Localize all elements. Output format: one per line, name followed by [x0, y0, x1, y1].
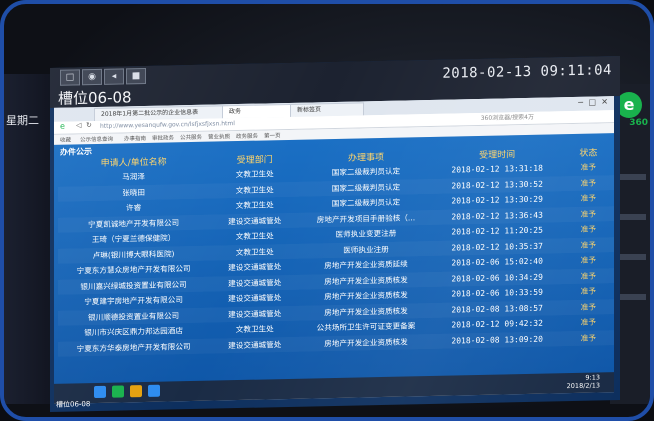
browser-window: 2018年1月第二批公示的企业信息表 政务 新标签页 − □ ✕ e ◁ ↻ h… [54, 96, 614, 404]
notice-table: 申请人/单位名称 受理部门 办理事项 受理时间 状态 马润泽 文教卫生处 国家二级裁… [58, 143, 614, 357]
maximize-icon[interactable]: □ [588, 98, 596, 107]
status-cell: 准予 [580, 255, 596, 266]
url-text[interactable]: http://www.yesanqufw.gov.cn/lsfjxsfjxsn.… [100, 119, 235, 132]
matter-cell: 房地产开发企业资质核发 [300, 333, 432, 352]
window-button[interactable]: □ [60, 69, 80, 86]
fav-item[interactable]: 审批政务 [152, 133, 174, 141]
tray-clock: 9:13 2018/2/13 [567, 373, 600, 390]
column-header: 状态 [579, 148, 598, 159]
slot-label: 槽位06-08 [56, 400, 91, 409]
search-box[interactable]: 360浏览器/搜索4万 [481, 113, 534, 124]
status-cell: 准予 [562, 174, 614, 192]
status-cell: 准予 [562, 205, 614, 223]
status-cell: 准予 [580, 224, 596, 235]
fav-item[interactable]: 营业执照 [208, 132, 230, 140]
right-monitor-bar [618, 294, 646, 300]
left-monitor-label: 星期二 [6, 114, 39, 127]
fav-item[interactable]: 政务服务 [236, 132, 258, 140]
status-cell: 准予 [580, 286, 596, 297]
time-cell: 2018-02-08 13:09:20 [431, 330, 563, 349]
fav-item[interactable]: 办事指南 [124, 134, 146, 142]
right-monitor-bar [618, 174, 646, 180]
column-header: 受理部门 [236, 154, 273, 166]
notice-panel: 办件公示 申请人/单位名称 受理部门 办理事项 受理时间 状态 马润泽 文教卫生处… [54, 133, 614, 385]
tray-date: 2018/2/13 [566, 381, 600, 391]
fav-item[interactable]: 公共服务 [180, 133, 202, 141]
department-cell: 建设交通城管处 [209, 336, 301, 354]
fav-item[interactable]: 公示信息查询 [80, 135, 113, 144]
audio-button[interactable]: ◂ [104, 68, 124, 85]
camera-button[interactable]: ◉ [82, 68, 102, 86]
fav-item[interactable]: 收藏 [60, 136, 71, 144]
status-cell: 准予 [562, 236, 614, 254]
stop-button[interactable]: ■ [126, 67, 146, 85]
applicant-cell: 宁夏东方华泰房地产开发有限公司 [58, 338, 210, 357]
clock: 2018-02-13 09:11:04 [442, 62, 612, 82]
back-icon[interactable]: ◁ [76, 121, 81, 129]
slot-title: 槽位06-08 [58, 88, 132, 108]
right-monitor-bar [618, 214, 646, 220]
minimize-icon[interactable]: − [577, 98, 584, 107]
close-icon[interactable]: ✕ [601, 97, 608, 106]
app-icon[interactable] [112, 385, 124, 398]
main-monitor: □ ◉ ◂ ■ 槽位06-08 2018-02-13 09:11:04 2018… [50, 56, 620, 412]
photo-frame: 星期二 e 360 □ ◉ ◂ ■ 槽位06-08 2018-02-13 09:… [0, 0, 654, 421]
status-cell: 准予 [580, 317, 596, 328]
app-icon[interactable] [148, 384, 160, 397]
left-monitor: 星期二 [4, 74, 52, 404]
status-cell: 准予 [580, 162, 596, 173]
status-cell: 准予 [562, 298, 614, 316]
right-monitor-bar [618, 254, 646, 260]
status-cell: 准予 [580, 193, 596, 204]
status-cell: 准予 [562, 267, 614, 285]
fav-item[interactable]: 第一页 [264, 131, 281, 139]
status-cell: 准予 [562, 329, 614, 347]
app-icon[interactable] [94, 385, 106, 399]
refresh-icon[interactable]: ↻ [86, 121, 92, 129]
browser-logo-icon: e [60, 121, 65, 131]
right-monitor-brand: 360 [629, 118, 648, 128]
app-icon[interactable] [130, 385, 142, 398]
